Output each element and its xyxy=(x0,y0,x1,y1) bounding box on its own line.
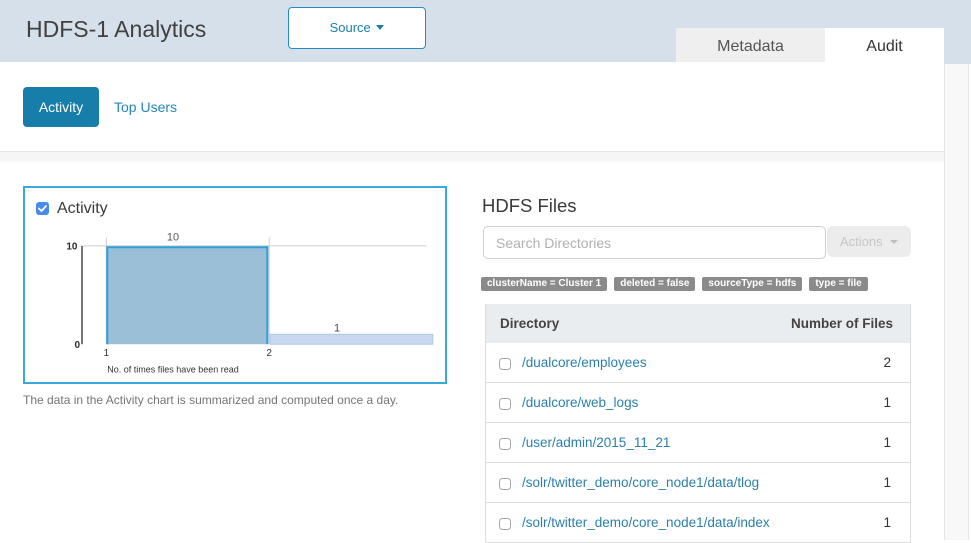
svg-text:No. of times files have been r: No. of times files have been read xyxy=(107,365,239,375)
svg-text:2: 2 xyxy=(266,348,272,359)
svg-text:10: 10 xyxy=(66,242,78,253)
svg-text:1: 1 xyxy=(104,348,110,359)
svg-text:1: 1 xyxy=(334,322,340,334)
svg-text:10: 10 xyxy=(167,232,179,244)
svg-text:0: 0 xyxy=(74,340,80,351)
